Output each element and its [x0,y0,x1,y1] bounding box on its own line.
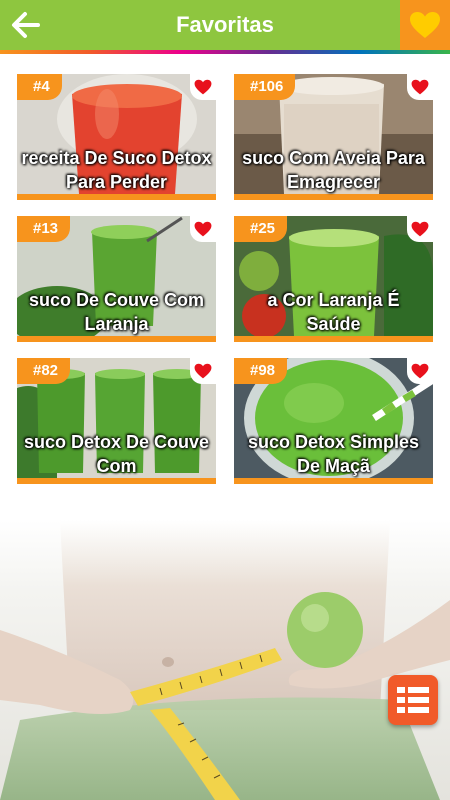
favorite-toggle[interactable] [190,358,216,384]
recipe-number-badge: #98 [234,358,288,384]
app-header [0,0,450,50]
favorite-card[interactable]: #4 receita De Suco Detox Para Perder [17,74,216,200]
heart-icon [411,79,429,95]
favorite-card[interactable]: #106 suco Com Aveia Para Emagrecer [234,74,433,200]
recipe-title: suco Detox De Couve Com [23,432,210,476]
recipe-number-badge: #25 [234,216,288,242]
recipe-title: suco Detox Simples De Maçã [247,432,420,476]
card-accent-bar [234,478,433,484]
recipe-number-badge: #13 [17,216,71,242]
recipe-number-badge: #4 [17,74,62,100]
heart-icon [194,79,212,95]
card-accent-bar [234,194,433,200]
favorite-card[interactable]: #82 suco Detox De Couve Com [17,358,216,484]
favorite-card[interactable]: #98 suco Detox Simples De Maçã [234,358,433,484]
recipe-title: a Cor Laranja É Saúde [267,290,400,334]
favorite-toggle[interactable] [407,358,433,384]
favorite-card[interactable]: #25 a Cor Laranja É Saúde [234,216,433,342]
heart-icon [410,12,440,38]
waist-measuring-illustration [0,520,450,800]
card-accent-bar [17,478,216,484]
list-menu-icon [397,687,429,713]
card-accent-bar [17,336,216,342]
menu-button[interactable] [388,675,438,725]
favorites-button[interactable] [400,0,450,50]
heart-icon [194,363,212,379]
card-accent-bar [17,194,216,200]
recipe-number-badge: #82 [17,358,71,384]
card-accent-bar [234,336,433,342]
header-divider [0,50,450,54]
heart-icon [411,363,429,379]
favorite-toggle[interactable] [407,216,433,242]
favorite-toggle[interactable] [190,216,216,242]
background-image [0,520,450,800]
recipe-title: suco De Couve Com Laranja [28,290,205,334]
recipe-title: receita De Suco Detox Para Perder [21,148,212,192]
back-button[interactable] [6,6,46,44]
favorite-toggle[interactable] [190,74,216,100]
arrow-left-icon [12,12,40,38]
favorite-card[interactable]: #13 suco De Couve Com Laranja [17,216,216,342]
heart-icon [411,221,429,237]
recipe-title: suco Com Aveia Para Emagrecer [242,148,425,192]
heart-icon [194,221,212,237]
recipe-number-badge: #106 [234,74,296,100]
favorite-toggle[interactable] [407,74,433,100]
